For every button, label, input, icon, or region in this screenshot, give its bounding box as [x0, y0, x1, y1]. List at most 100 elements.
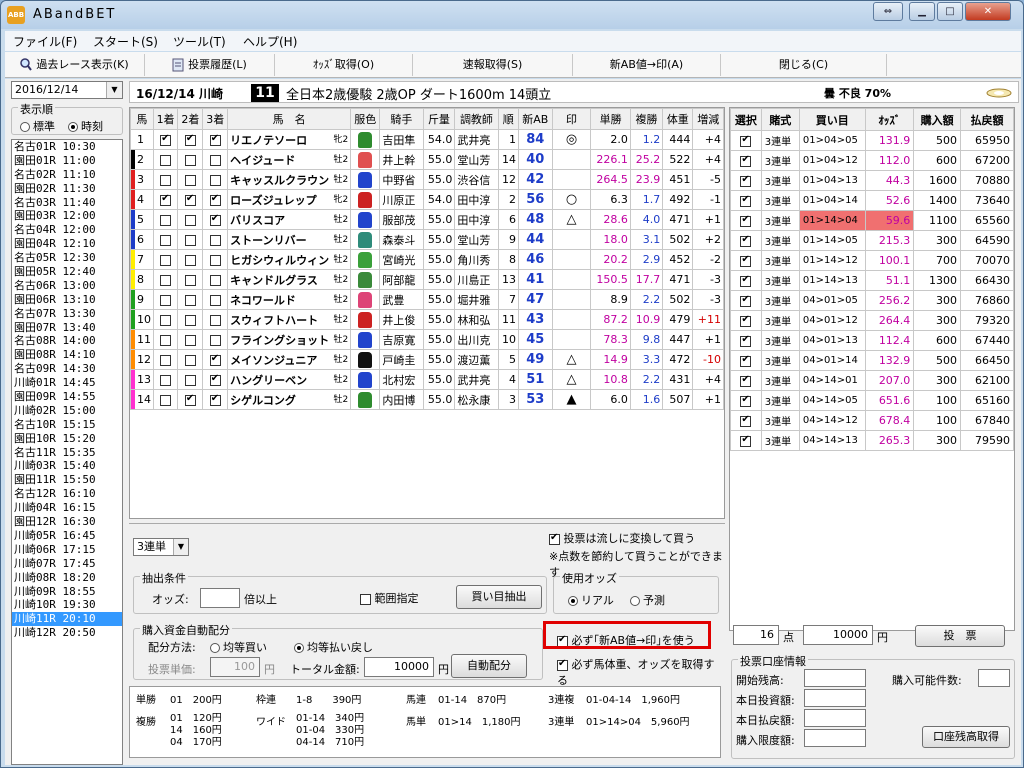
second-place-checkbox[interactable]	[177, 269, 204, 290]
equal-payout-radio[interactable]: 均等払い戻し	[294, 639, 373, 655]
bet-row[interactable]: 3連単01>14>1351.1130066430	[730, 270, 1015, 291]
odds-predict-radio[interactable]: 予測	[630, 592, 665, 608]
column-header[interactable]: 3着	[202, 108, 229, 130]
race-list-item[interactable]: 園田09R 14:55	[12, 390, 122, 404]
second-place-checkbox[interactable]	[177, 309, 204, 330]
mark-cell[interactable]	[551, 329, 592, 350]
bet-row[interactable]: 3連単01>04>05131.950065950	[730, 130, 1015, 151]
past-race-button[interactable]: 過去レース表示(K)	[5, 54, 145, 76]
horse-row[interactable]: 5 バリスコア牡2 服部茂55.0田中淳648△28.64.0471+1	[130, 209, 724, 230]
bet-select-checkbox[interactable]	[730, 350, 762, 371]
first-place-checkbox[interactable]	[152, 309, 179, 330]
race-list-item[interactable]: 川崎12R 20:50	[12, 626, 122, 640]
horse-row[interactable]: 10 スウィフトハート 牡2 井上俊 55.0 林和弘 11 43 87.2 10.9 479 +11	[130, 309, 724, 330]
mark-cell[interactable]: ○	[551, 189, 592, 210]
bet-select-checkbox[interactable]	[730, 130, 762, 151]
race-list-item[interactable]: 園田11R 15:50	[12, 473, 122, 487]
minimize-icon[interactable]: ▁	[909, 2, 935, 21]
bet-column-header[interactable]: 賭式	[760, 108, 800, 131]
third-place-checkbox[interactable]	[202, 309, 229, 330]
bet-select-checkbox[interactable]	[730, 190, 762, 211]
race-list-item[interactable]: 園田04R 12:10	[12, 237, 122, 251]
bet-row[interactable]: 3連単04>14>13265.330079590	[730, 430, 1015, 451]
race-list-item[interactable]: 名古06R 13:00	[12, 279, 122, 293]
race-list-item[interactable]: 園田03R 12:00	[12, 209, 122, 223]
bet-type-select[interactable]: 3連単 ▼	[133, 538, 189, 556]
auto-alloc-button[interactable]: 自動配分	[451, 654, 527, 678]
column-header[interactable]: 順	[497, 108, 520, 130]
column-header[interactable]: 増減	[692, 108, 724, 130]
horse-row[interactable]: 7 ヒガシウィルウィン 牡2 宮崎光 55.0 角川秀 8 46 20.2 2.9 452 -2	[130, 249, 724, 270]
column-header[interactable]: 調教師	[454, 108, 499, 130]
column-header[interactable]: 斤量	[422, 108, 456, 130]
horse-row[interactable]: 9 ネコワールド 牡2 武豊 55.0 堀井雅 7 47 8.9 2.2 502 -3	[130, 289, 724, 310]
race-list-item[interactable]: 名古02R 11:10	[12, 168, 122, 182]
third-place-checkbox[interactable]	[202, 129, 229, 150]
horse-row[interactable]: 8 キャンドルグラス 牡2 阿部龍 55.0 川島正 13 41 150.5 17.7 471 -3	[130, 269, 724, 290]
race-list-item[interactable]: 名古01R 10:30	[12, 140, 122, 154]
bet-select-checkbox[interactable]	[730, 250, 762, 271]
race-list-item[interactable]: 川崎01R 14:45	[12, 376, 122, 390]
race-list-item[interactable]: 川崎02R 15:00	[12, 404, 122, 418]
bet-row[interactable]: 3連単04>14>05651.610065160	[730, 390, 1015, 411]
first-place-checkbox[interactable]	[152, 349, 179, 370]
race-list-item[interactable]: 園田10R 15:20	[12, 432, 122, 446]
first-place-checkbox[interactable]	[152, 229, 179, 250]
third-place-checkbox[interactable]	[202, 169, 229, 190]
race-list-item[interactable]: 園田02R 11:30	[12, 182, 122, 196]
mark-cell[interactable]	[551, 309, 592, 330]
bet-column-header[interactable]: 選択	[730, 108, 762, 131]
second-place-checkbox[interactable]	[177, 329, 204, 350]
menu-tools[interactable]: ツール(T)	[173, 33, 226, 50]
race-list-item[interactable]: 名古05R 12:30	[12, 251, 122, 265]
bet-select-checkbox[interactable]	[730, 370, 762, 391]
race-list-item[interactable]: 川崎10R 19:30	[12, 598, 122, 612]
race-list-item[interactable]: 名古10R 15:15	[12, 418, 122, 432]
horse-row[interactable]: 2 ヘイジュード 牡2 井上幹 55.0 堂山芳 14 40 226.1 25.2 522 +4	[130, 149, 724, 170]
bet-select-checkbox[interactable]	[730, 230, 762, 251]
bet-column-header[interactable]: 買い目	[798, 108, 866, 131]
second-place-checkbox[interactable]	[177, 149, 204, 170]
vote-history-button[interactable]: 投票履歴(L)	[145, 54, 275, 76]
first-place-checkbox[interactable]	[152, 389, 179, 410]
bet-row[interactable]: 3連単01>14>0459.6110065560	[730, 210, 1015, 231]
column-header[interactable]: 騎手	[379, 108, 424, 130]
bet-row[interactable]: 3連単04>01>13112.460067440	[730, 330, 1015, 351]
bet-row[interactable]: 3連単04>14>12678.410067840	[730, 410, 1015, 431]
mark-cell[interactable]	[551, 149, 592, 170]
race-list-item[interactable]: 川崎06R 17:15	[12, 543, 122, 557]
first-place-checkbox[interactable]	[152, 149, 179, 170]
mark-cell[interactable]: △	[551, 209, 592, 230]
horse-row[interactable]: 11 フライングショット 牡2 吉原寛 55.0 出川克 10 45 78.3 9.8 447 +1	[130, 329, 724, 350]
bet-select-checkbox[interactable]	[730, 210, 762, 231]
menu-start[interactable]: スタート(S)	[93, 33, 158, 50]
bet-row[interactable]: 3連単01>04>1452.6140073640	[730, 190, 1015, 211]
first-place-checkbox[interactable]	[152, 129, 179, 150]
race-list-item[interactable]: 園田08R 14:10	[12, 348, 122, 362]
equal-buy-radio[interactable]: 均等買い	[210, 639, 267, 655]
get-odds-button[interactable]: ｵｯｽﾞ取得(O)	[275, 54, 413, 76]
column-header[interactable]: 馬 名	[227, 108, 352, 130]
column-header[interactable]: 体重	[662, 108, 694, 130]
race-list-item[interactable]: 園田12R 16:30	[12, 515, 122, 529]
first-place-checkbox[interactable]	[152, 249, 179, 270]
horse-row[interactable]: 1リエノテソーロ牝2吉田隼54.0武井亮184◎2.01.2444+4	[130, 129, 724, 150]
third-place-checkbox[interactable]	[202, 289, 229, 310]
get-balance-button[interactable]: 口座残高取得	[922, 726, 1010, 748]
bet-select-checkbox[interactable]	[730, 410, 762, 431]
first-place-checkbox[interactable]	[152, 269, 179, 290]
second-place-checkbox[interactable]	[177, 389, 204, 410]
third-place-checkbox[interactable]	[202, 209, 229, 230]
mark-cell[interactable]: ▲	[551, 389, 592, 410]
second-place-checkbox[interactable]	[177, 369, 204, 390]
maximize-icon[interactable]: □	[937, 2, 963, 21]
range-checkbox[interactable]: 範囲指定	[360, 590, 419, 606]
first-place-checkbox[interactable]	[152, 369, 179, 390]
mark-cell[interactable]: △	[551, 349, 592, 370]
bet-select-checkbox[interactable]	[730, 390, 762, 411]
mark-cell[interactable]	[551, 289, 592, 310]
race-list-item[interactable]: 園田01R 11:00	[12, 154, 122, 168]
third-place-checkbox[interactable]	[202, 149, 229, 170]
bet-select-checkbox[interactable]	[730, 270, 762, 291]
bet-column-header[interactable]: 払戻額	[959, 108, 1015, 131]
